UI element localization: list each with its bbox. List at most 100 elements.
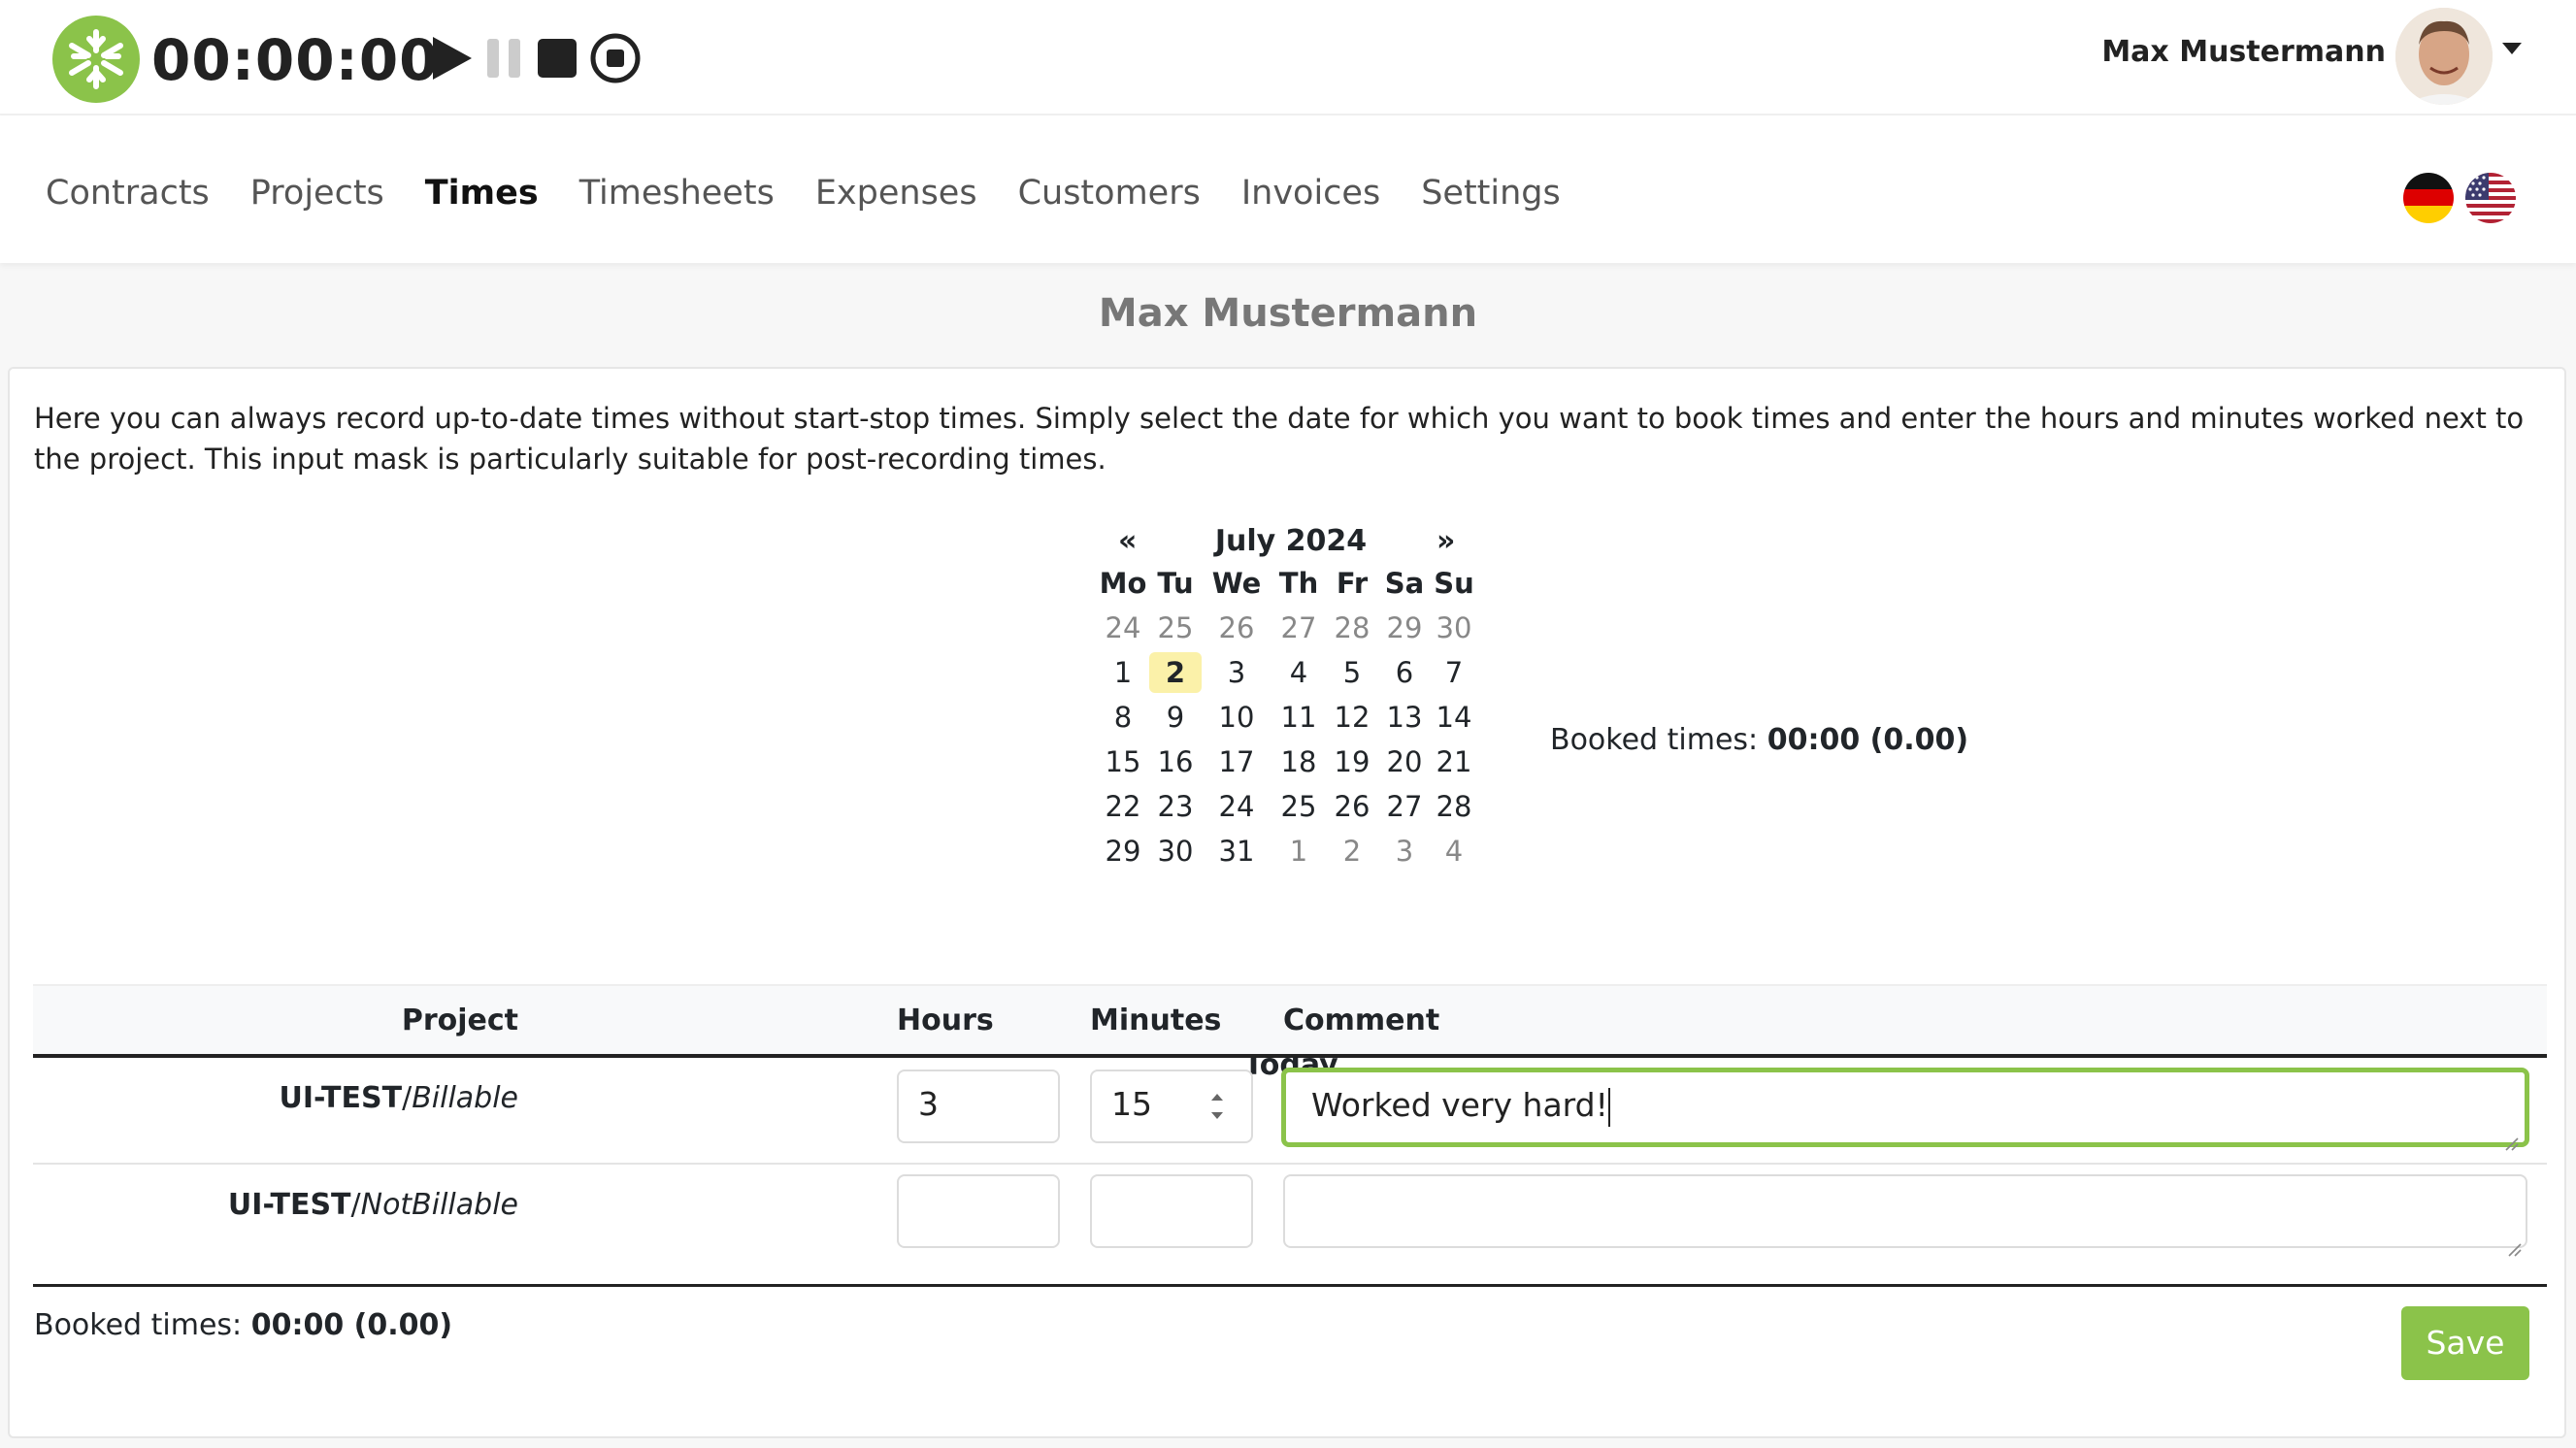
calendar-day[interactable]: 24	[1202, 784, 1271, 829]
calendar-day-outside[interactable]: 1	[1271, 829, 1326, 873]
nav-invoices[interactable]: Invoices	[1241, 170, 1380, 216]
calendar-day-outside[interactable]: 4	[1431, 829, 1477, 873]
calendar-day[interactable]: 17	[1202, 740, 1271, 784]
chevron-down-icon[interactable]	[2500, 39, 2524, 58]
nav-contracts[interactable]: Contracts	[46, 170, 210, 216]
pause-icon[interactable]	[481, 31, 536, 85]
calendar-day[interactable]: 16	[1149, 740, 1202, 784]
minutes-value: 15	[1111, 1085, 1152, 1123]
nav-settings[interactable]: Settings	[1421, 170, 1561, 216]
calendar-day-outside[interactable]: 26	[1202, 606, 1271, 650]
project-billing-type: Billable	[412, 1081, 518, 1115]
selected-day-label: 2	[1149, 652, 1202, 693]
calendar-day[interactable]: 19	[1326, 740, 1378, 784]
app-logo-icon[interactable]	[52, 16, 140, 103]
calendar-day[interactable]: 21	[1431, 740, 1477, 784]
calendar-grid: Mo Tu We Th Fr Sa Su 24 25 26 27 28 29 3…	[1097, 561, 1477, 873]
us-flag-icon[interactable]	[2465, 173, 2516, 223]
calendar-day[interactable]: 9	[1149, 695, 1202, 740]
calendar-day[interactable]: 14	[1431, 695, 1477, 740]
calendar-day[interactable]: 25	[1271, 784, 1326, 829]
booked-times-value: 00:00 (0.00)	[250, 1308, 453, 1342]
column-header-minutes: Minutes	[1090, 1004, 1222, 1037]
booked-times-summary: Booked times: 00:00 (0.00)	[1550, 723, 1968, 757]
calendar-day-selected[interactable]: 2	[1149, 650, 1202, 695]
calendar-day-outside[interactable]: 3	[1378, 829, 1431, 873]
calendar-day-outside[interactable]: 25	[1149, 606, 1202, 650]
calendar-day-outside[interactable]: 27	[1271, 606, 1326, 650]
timer-display: 00:00:00	[151, 27, 440, 93]
booked-times-value: 00:00 (0.00)	[1767, 723, 1969, 757]
comment-textarea[interactable]	[1283, 1174, 2527, 1257]
column-header-hours: Hours	[897, 1004, 994, 1037]
nav-projects[interactable]: Projects	[250, 170, 384, 216]
minutes-input[interactable]: 15	[1090, 1070, 1253, 1143]
comment-textarea[interactable]: Worked very hard!	[1281, 1068, 2529, 1151]
main-navigation: Contracts Projects Times Timesheets Expe…	[0, 115, 2576, 263]
weekday-header-row: Mo Tu We Th Fr Sa Su	[1097, 561, 1477, 606]
calendar-day[interactable]: 13	[1378, 695, 1431, 740]
weekday-label: We	[1211, 567, 1262, 600]
booked-times-summary: Booked times: 00:00 (0.00)	[34, 1308, 452, 1342]
calendar-day[interactable]: 8	[1097, 695, 1149, 740]
calendar-day-outside[interactable]: 28	[1326, 606, 1378, 650]
german-flag-icon[interactable]	[2403, 173, 2454, 223]
calendar-day-outside[interactable]: 29	[1378, 606, 1431, 650]
calendar-day[interactable]: 5	[1326, 650, 1378, 695]
calendar-day[interactable]: 15	[1097, 740, 1149, 784]
save-button[interactable]: Save	[2401, 1306, 2529, 1380]
calendar-day-outside[interactable]: 2	[1326, 829, 1378, 873]
calendar-day[interactable]: 29	[1097, 829, 1149, 873]
calendar-day[interactable]: 26	[1326, 784, 1378, 829]
calendar-day[interactable]: 27	[1378, 784, 1431, 829]
top-bar: 00:00:00 Max Mustermann	[0, 0, 2576, 115]
stop-icon[interactable]	[532, 31, 586, 85]
resize-handle-icon[interactable]	[2506, 1227, 2522, 1257]
project-label: UI-TEST/Billable	[279, 1081, 518, 1115]
calendar-day[interactable]: 28	[1431, 784, 1477, 829]
calendar-week: 15 16 17 18 19 20 21	[1097, 740, 1477, 784]
calendar-day[interactable]: 3	[1202, 650, 1271, 695]
nav-timesheets[interactable]: Timesheets	[579, 170, 775, 216]
nav-menu: Contracts Projects Times Timesheets Expe…	[46, 170, 1602, 216]
calendar-week: 24 25 26 27 28 29 30	[1097, 606, 1477, 650]
calendar-day[interactable]: 6	[1378, 650, 1431, 695]
calendar-week: 29 30 31 1 2 3 4	[1097, 829, 1477, 873]
record-stop-icon[interactable]	[588, 31, 643, 85]
calendar-day-outside[interactable]: 30	[1431, 606, 1477, 650]
column-header-project: Project	[401, 1004, 518, 1037]
calendar-day[interactable]: 1	[1097, 650, 1149, 695]
calendar-month-label[interactable]: July 2024	[1097, 524, 1485, 558]
calendar-day[interactable]: 31	[1202, 829, 1271, 873]
nav-times[interactable]: Times	[425, 170, 539, 216]
calendar-day[interactable]: 18	[1271, 740, 1326, 784]
hours-input[interactable]	[897, 1174, 1060, 1248]
calendar-day[interactable]: 4	[1271, 650, 1326, 695]
calendar-day[interactable]: 7	[1431, 650, 1477, 695]
avatar[interactable]	[2395, 8, 2493, 105]
calendar-day[interactable]: 12	[1326, 695, 1378, 740]
resize-handle-icon[interactable]	[2503, 1121, 2519, 1151]
calendar-day[interactable]: 11	[1271, 695, 1326, 740]
minutes-input[interactable]	[1090, 1174, 1253, 1248]
calendar-week: 1 2 3 4 5 6 7	[1097, 650, 1477, 695]
calendar-day[interactable]: 23	[1149, 784, 1202, 829]
intro-text: Here you can always record up-to-date ti…	[34, 402, 2525, 476]
nav-customers[interactable]: Customers	[1018, 170, 1201, 216]
project-name: UI-TEST	[279, 1081, 403, 1115]
next-month-button[interactable]: »	[1437, 524, 1455, 558]
comment-text: Worked very hard!	[1311, 1086, 1608, 1124]
hours-input[interactable]: 3	[897, 1070, 1060, 1143]
number-spinner-icon[interactable]	[1208, 1087, 1226, 1126]
calendar-day-outside[interactable]: 24	[1097, 606, 1149, 650]
calendar-week: 22 23 24 25 26 27 28	[1097, 784, 1477, 829]
calendar-day[interactable]: 30	[1149, 829, 1202, 873]
calendar-day[interactable]: 22	[1097, 784, 1149, 829]
nav-expenses[interactable]: Expenses	[815, 170, 977, 216]
play-icon[interactable]	[425, 31, 479, 85]
page-title: Max Mustermann	[1098, 291, 1478, 336]
calendar-day[interactable]: 20	[1378, 740, 1431, 784]
calendar-day[interactable]: 10	[1202, 695, 1271, 740]
table-row: UI-TEST/Billable 3 15 Worked very hard!	[33, 1058, 2547, 1165]
user-name[interactable]: Max Mustermann	[2101, 29, 2386, 76]
